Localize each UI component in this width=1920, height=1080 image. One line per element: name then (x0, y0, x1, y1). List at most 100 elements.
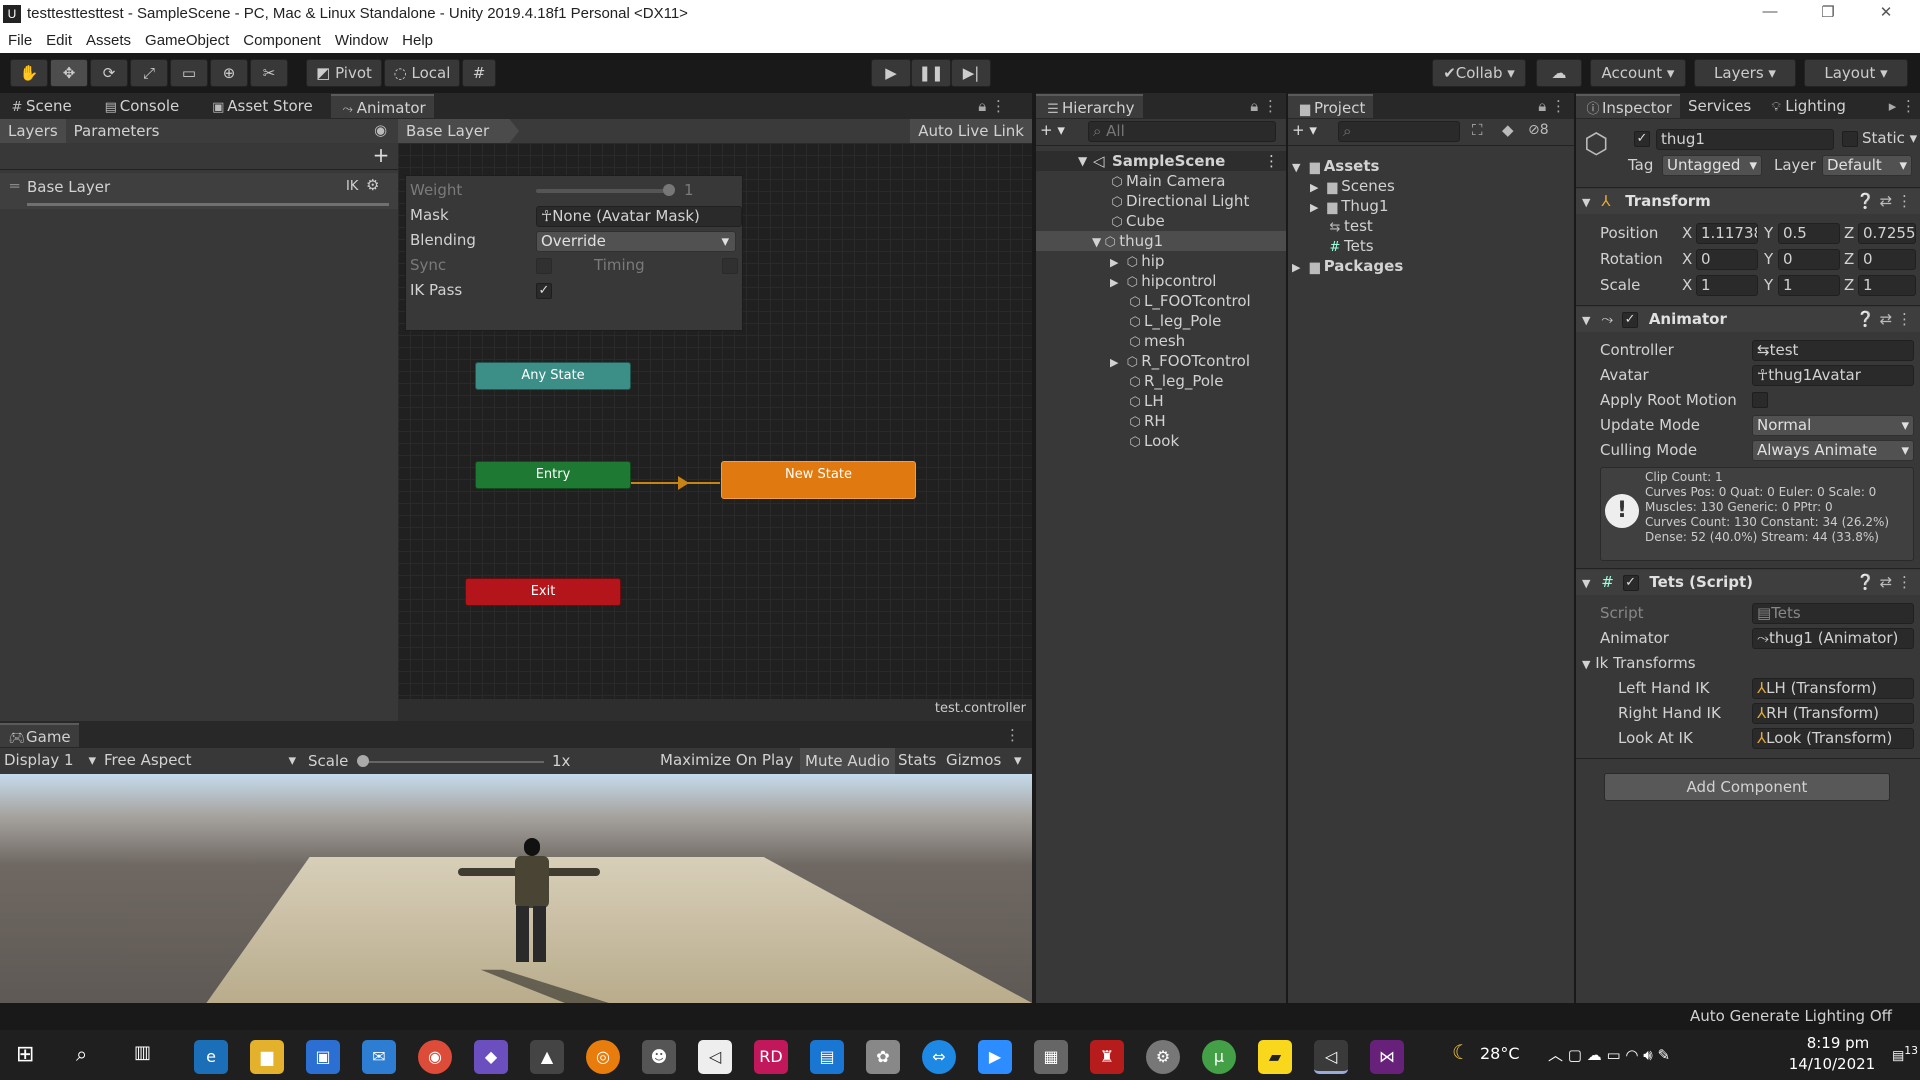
clock-date[interactable]: 14/10/2021 (1776, 1055, 1888, 1073)
expand-arrow-icon[interactable]: ▼ (1292, 161, 1300, 174)
inkscape-icon[interactable]: ▲ (530, 1040, 564, 1074)
rect-tool-icon[interactable]: ▭ (170, 59, 208, 87)
hierarchy-child[interactable]: ⬡ L_FOOTcontrol (1126, 291, 1250, 311)
hierarchy-item[interactable]: ⬡ Main Camera (1108, 171, 1225, 191)
scene-row[interactable]: ▼ ◁ SampleScene ⋮ (1036, 151, 1286, 171)
more-icon[interactable]: ▸ ⋮ (1889, 97, 1916, 115)
close-icon[interactable]: ✕ (1866, 3, 1906, 25)
drag-handle-icon[interactable]: ═ (10, 177, 19, 195)
lock-icon[interactable]: 🔒︎ ⋮ (1538, 97, 1566, 115)
menu-gameobject[interactable]: GameObject (145, 32, 229, 49)
position-y-input[interactable]: 0.5 (1778, 223, 1840, 244)
custom-tool-icon[interactable]: ✂ (250, 59, 288, 87)
scale-x-input[interactable]: 1 (1696, 275, 1758, 296)
project-item[interactable]: ⇆ test (1326, 216, 1373, 236)
aspect-dropdown[interactable]: Free Aspect ▾ (104, 751, 296, 769)
weather-icon[interactable]: ☾ (1452, 1040, 1470, 1064)
visual-studio-icon[interactable]: ⋈ (1370, 1040, 1404, 1074)
collapse-arrow-icon[interactable]: ▼ (1582, 577, 1590, 590)
collab-button[interactable]: ✔Collab ▾ (1432, 59, 1526, 87)
hierarchy-child[interactable]: ⬡ LH (1126, 391, 1163, 411)
expand-arrow-icon[interactable]: ▼ (1078, 151, 1087, 171)
teamviewer-icon[interactable]: ⇔ (922, 1040, 956, 1074)
scale-slider[interactable] (360, 761, 544, 763)
entry-node[interactable]: Entry (475, 461, 631, 489)
assets-folder[interactable]: ▼ ▆ Assets (1292, 156, 1379, 176)
animator-enabled-checkbox[interactable]: ✓ (1622, 311, 1639, 328)
project-item[interactable]: ▶ ▆ Thug1 (1310, 196, 1389, 216)
gear-icon[interactable]: ⚙ (366, 176, 379, 194)
tray-icons[interactable]: ︿ ▢ ☁ ▭ ◠ 🔊︎ ✎ (1548, 1044, 1670, 1065)
ik-transforms-foldout[interactable]: ▼ Ik Transforms (1582, 651, 1696, 676)
chevron-down-icon[interactable]: ▾ (1014, 751, 1022, 769)
right-hand-ik-field[interactable]: ⅄RH (Transform) (1752, 703, 1914, 724)
hierarchy-child[interactable]: ⬡ RH (1126, 411, 1165, 431)
tab-console[interactable]: ▤ Console (94, 94, 188, 118)
hierarchy-item[interactable]: ⬡ Directional Light (1108, 191, 1249, 211)
hierarchy-child[interactable]: ▶ ⬡ R_FOOTcontrol (1110, 351, 1250, 371)
transition-arrow[interactable] (631, 482, 720, 484)
settings-app-icon[interactable]: ⚙ (1146, 1040, 1180, 1074)
hierarchy-search-input[interactable]: ⌕ All (1088, 121, 1276, 142)
tab-inspector[interactable]: ⓘ Inspector (1576, 94, 1680, 118)
rotation-y-input[interactable]: 0 (1778, 249, 1840, 270)
tab-asset-store[interactable]: ▣ Asset Store (201, 94, 320, 118)
expand-arrow-icon[interactable]: ▶ (1310, 201, 1318, 214)
tab-scene[interactable]: # Scene (0, 94, 80, 118)
layer-dropdown[interactable]: Default ▾ (1822, 155, 1912, 176)
left-hand-ik-field[interactable]: ⅄LH (Transform) (1752, 678, 1914, 699)
gimp-icon[interactable]: ☻ (642, 1040, 676, 1074)
add-icon[interactable]: + ▾ (1292, 121, 1317, 139)
mail-icon[interactable]: ✉ (362, 1040, 396, 1074)
collapse-arrow-icon[interactable]: ▼ (1582, 314, 1590, 327)
store-icon[interactable]: ▣ (306, 1040, 340, 1074)
rotation-x-input[interactable]: 0 (1696, 249, 1758, 270)
restore-icon[interactable]: ❐ (1808, 3, 1848, 25)
menu-edit[interactable]: Edit (46, 32, 72, 49)
scale-tool-icon[interactable]: ⤢ (130, 59, 168, 87)
more-icon[interactable]: ⋮ (1264, 151, 1279, 171)
scale-y-input[interactable]: 1 (1778, 275, 1840, 296)
expand-arrow-icon[interactable]: ▶ (1292, 261, 1300, 274)
update-mode-dropdown[interactable]: Normal ▾ (1752, 415, 1914, 436)
more-icon[interactable]: ⋮ (1005, 726, 1020, 744)
transform-header[interactable]: ▼ ⅄ Transform ❔ ⇄ ⋮ (1576, 189, 1920, 214)
chrome-icon[interactable]: ◉ (418, 1040, 452, 1074)
filter-type-icon[interactable]: ⛶ (1472, 121, 1483, 139)
lock-icon[interactable]: 🔒︎ ⋮ (1250, 97, 1278, 115)
animator-ref-field[interactable]: ⤳thug1 (Animator) (1752, 628, 1914, 649)
active-checkbox[interactable]: ✓ (1634, 131, 1650, 147)
scale-z-input[interactable]: 1 (1858, 275, 1916, 296)
tab-hierarchy[interactable]: ☰ Hierarchy (1036, 94, 1143, 118)
layer-row[interactable]: ═ Base Layer IK ⚙ (0, 173, 398, 209)
rotate-tool-icon[interactable]: ⟳ (90, 59, 128, 87)
screenshot-icon[interactable]: ▦ (1034, 1040, 1068, 1074)
hierarchy-child[interactable]: ⬡ R_leg_Pole (1126, 371, 1223, 391)
unity-editor-icon[interactable]: ◁ (1314, 1040, 1348, 1074)
collapse-arrow-icon[interactable]: ▼ (1582, 658, 1590, 671)
stats-button[interactable]: Stats (898, 751, 936, 769)
app-icon[interactable]: ✿ (866, 1040, 900, 1074)
lock-icon[interactable]: 🔒︎ ⋮ (978, 97, 1006, 115)
blending-dropdown[interactable]: Override ▾ (536, 231, 736, 252)
rotation-z-input[interactable]: 0 (1858, 249, 1916, 270)
add-icon[interactable]: + ▾ (1040, 121, 1065, 139)
rider-icon[interactable]: RD (754, 1040, 788, 1074)
project-item[interactable]: ▶ ▆ Scenes (1310, 176, 1395, 196)
menu-window[interactable]: Window (335, 32, 388, 49)
notifications-icon[interactable]: ▤13 (1892, 1044, 1918, 1063)
file-explorer-icon[interactable]: ▆ (250, 1040, 284, 1074)
sync-checkbox[interactable] (536, 258, 552, 274)
maximize-on-play-button[interactable]: Maximize On Play (660, 751, 793, 769)
minimize-icon[interactable]: — (1750, 3, 1790, 25)
menu-file[interactable]: File (8, 32, 32, 49)
collapse-arrow-icon[interactable]: ▼ (1582, 196, 1590, 209)
component-menu-icon[interactable]: ❔ ⇄ ⋮ (1856, 189, 1912, 214)
position-x-input[interactable]: 1.11738 (1696, 223, 1758, 244)
project-item[interactable]: # Tets (1326, 236, 1374, 256)
expand-arrow-icon[interactable]: ▶ (1310, 181, 1318, 194)
scale-slider-thumb[interactable] (357, 755, 369, 767)
controller-field[interactable]: ⇆test (1752, 340, 1914, 361)
add-component-button[interactable]: Add Component (1604, 773, 1890, 801)
weight-slider-thumb[interactable] (663, 184, 675, 196)
